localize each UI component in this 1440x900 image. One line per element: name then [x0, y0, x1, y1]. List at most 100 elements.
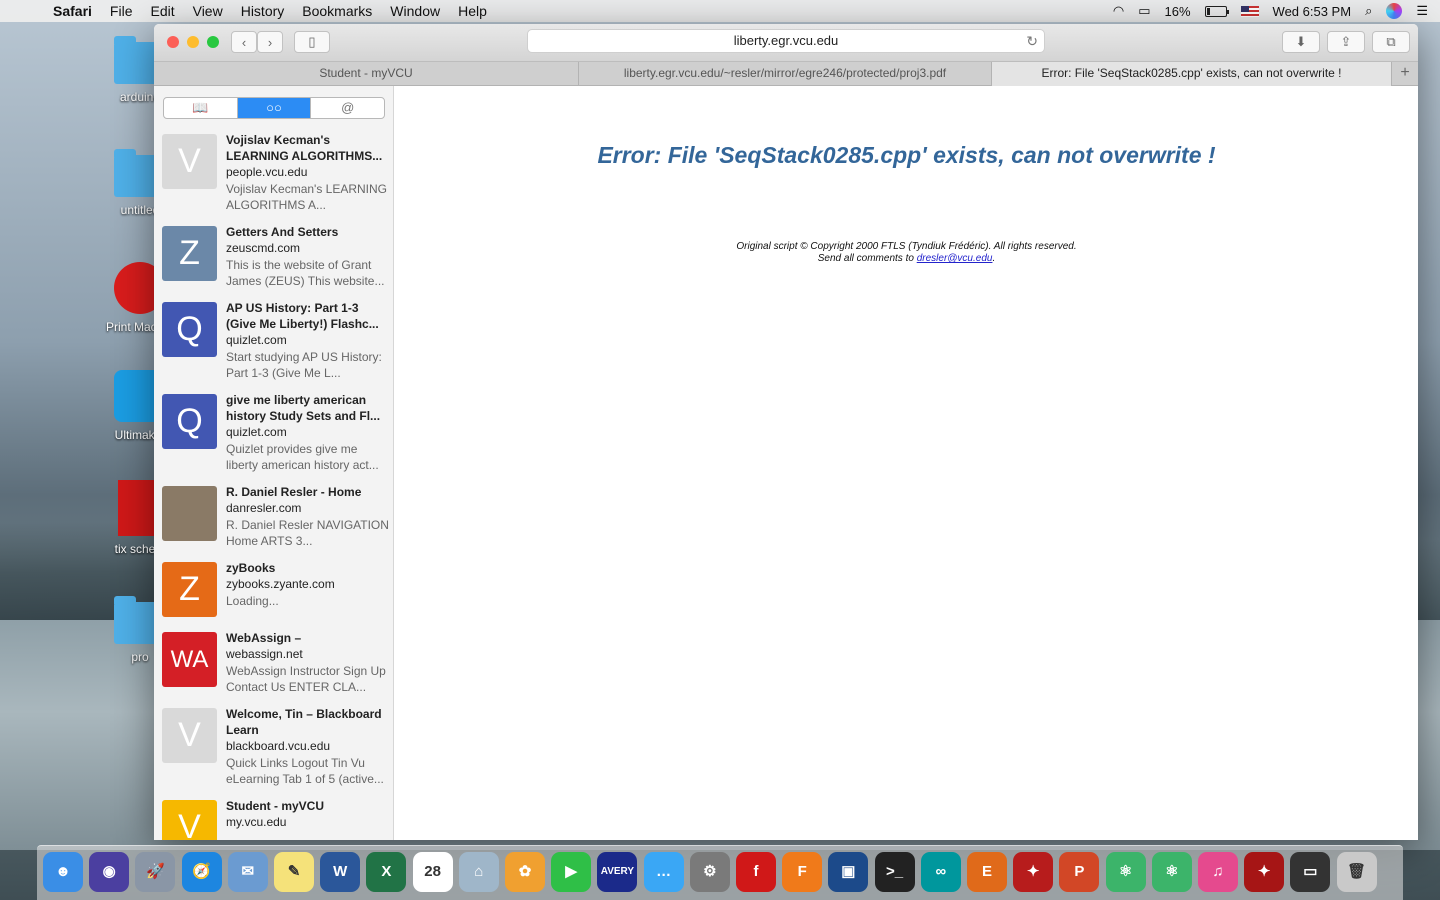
menu-bar: Safari File Edit View History Bookmarks … — [0, 0, 1440, 22]
dock-avery-icon[interactable]: AVERY — [597, 852, 638, 892]
item-snippet: Quizlet provides give me liberty america… — [226, 442, 379, 472]
site-thumbnail-icon: V — [162, 800, 217, 840]
reading-list-item[interactable]: R. Daniel Resler - Home danresler.com R. D… — [154, 484, 393, 549]
siri-icon[interactable] — [1386, 3, 1403, 19]
dock-itunes-icon[interactable]: ♫ — [1198, 852, 1238, 892]
dock-photos-icon[interactable]: ✿ — [505, 852, 545, 892]
dock-excel-icon[interactable]: X — [366, 852, 407, 892]
dock-fritzing-icon[interactable]: f — [736, 852, 776, 892]
dock-acrobat-icon[interactable]: ✦ — [1013, 852, 1054, 892]
dock-siri-icon[interactable]: ◉ — [89, 852, 130, 892]
sidebar-toggle-button[interactable]: ▯ — [294, 31, 330, 53]
dock-acrobat-reader-icon[interactable]: ✦ — [1244, 852, 1285, 892]
menu-app-safari[interactable]: Safari — [44, 3, 101, 19]
tab-error-page[interactable]: Error: File 'SeqStack0285.cpp' exists, c… — [992, 62, 1392, 86]
reading-list-item[interactable]: V Welcome, Tin – Blackboard Learn blackboa… — [154, 706, 393, 787]
dock-finder-icon[interactable]: ☻ — [43, 852, 83, 892]
site-thumbnail-icon: Z — [162, 226, 217, 281]
reading-list-tab[interactable]: ○○ — [237, 98, 312, 118]
reading-list-item[interactable]: V Vojislav Kecman's LEARNING ALGORITHMS..… — [154, 132, 393, 213]
dock-trash-icon[interactable]: 🗑 — [1336, 852, 1377, 892]
menu-bookmarks[interactable]: Bookmarks — [293, 3, 381, 19]
item-snippet: R. Daniel Resler NAVIGATION Home ARTS 3.… — [226, 518, 389, 548]
item-snippet: Vojislav Kecman's LEARNING ALGORITHMS A.… — [226, 182, 388, 212]
page-content: Error: File 'SeqStack0285.cpp' exists, c… — [395, 86, 1418, 840]
downloads-button[interactable]: ⬇ — [1282, 31, 1320, 53]
menu-history[interactable]: History — [232, 3, 294, 19]
tab-proj3-pdf[interactable]: liberty.egr.vcu.edu/~resler/mirror/egre2… — [579, 62, 992, 86]
forward-button[interactable]: › — [257, 31, 283, 53]
reading-list-item[interactable]: ZzyBooks zybooks.zyante.com Loading... — [154, 560, 393, 617]
menu-file[interactable]: File — [101, 3, 142, 19]
dock-messages-icon[interactable]: … — [643, 852, 684, 892]
menu-edit[interactable]: Edit — [141, 3, 183, 19]
dock-launchpad-icon[interactable]: 🚀 — [135, 852, 176, 892]
new-tab-button[interactable]: + — [1392, 62, 1418, 85]
site-thumbnail-icon: Q — [162, 302, 217, 357]
reading-list-item[interactable]: Qgive me liberty american history Study … — [154, 392, 393, 473]
zoom-window-button[interactable] — [207, 36, 219, 48]
email-link[interactable]: dresler@vcu.edu — [917, 253, 993, 264]
dock-system-preferences-icon[interactable]: ⚙ — [689, 852, 730, 892]
safari-window: ‹ › ▯ liberty.egr.vcu.edu ↻ ⬇ ⇪ ⧉ Studen… — [154, 24, 1418, 840]
shared-links-tab[interactable]: @ — [311, 98, 384, 118]
dock-vectorworks-icon[interactable]: ▣ — [828, 852, 869, 892]
comments-prefix: Send all comments to — [817, 253, 914, 264]
menu-window[interactable]: Window — [381, 3, 449, 19]
dock-facetime-icon[interactable]: ▶ — [551, 852, 592, 892]
notification-center-icon[interactable]: ☰ — [1416, 3, 1428, 19]
dock-word-icon[interactable]: W — [320, 852, 361, 892]
minimize-window-button[interactable] — [187, 36, 199, 48]
sidebar: 📖 ○○ @ V Vojislav Kecman's LEARNING ALGOR… — [154, 86, 394, 840]
tab-student-myvcu[interactable]: Student - myVCU — [154, 62, 579, 86]
address-bar[interactable]: liberty.egr.vcu.edu ↻ — [527, 29, 1045, 53]
reload-icon[interactable]: ↻ — [1026, 30, 1038, 52]
site-thumbnail-icon: V — [162, 134, 217, 189]
battery-icon[interactable] — [1204, 5, 1229, 17]
reading-list-item[interactable]: V Student - myVCU my.vcu.edu — [154, 798, 393, 840]
dock-eagle-icon[interactable]: E — [967, 852, 1007, 892]
reading-list-item[interactable]: WA WebAssign – webassign.net WebAssign Inst… — [154, 630, 393, 695]
show-all-tabs-button[interactable]: ⧉ — [1372, 31, 1410, 53]
dock-terminal-icon[interactable]: >_ — [874, 852, 915, 892]
site-thumbnail-icon — [162, 486, 217, 541]
dock-preview2-icon[interactable]: ⌂ — [458, 852, 499, 892]
back-button[interactable]: ‹ — [231, 31, 257, 53]
comments-line: Send all comments to dresler@vcu.edu. — [395, 253, 1418, 265]
item-domain: people.vcu.edu — [226, 165, 308, 179]
dock-arduino-icon[interactable]: ∞ — [920, 852, 961, 892]
dock-notes-icon[interactable]: ✎ — [274, 852, 314, 892]
item-title: Welcome, Tin – Blackboard Learn — [226, 707, 382, 737]
item-domain: blackboard.vcu.edu — [226, 739, 331, 753]
dock-safari-icon[interactable]: 🧭 — [181, 852, 222, 892]
close-window-button[interactable] — [167, 36, 179, 48]
reading-list-item[interactable]: Z Getters And Setters zeuscmd.com This is t… — [154, 224, 393, 289]
reading-list-item[interactable]: Q AP US History: Part 1-3 (Give Me Libert… — [154, 300, 393, 381]
menu-view[interactable]: View — [184, 3, 232, 19]
comments-suffix: . — [992, 253, 996, 264]
wifi-icon[interactable]: ◠ — [1113, 3, 1124, 19]
clock[interactable]: Wed 6:53 PM — [1273, 4, 1352, 19]
share-button[interactable]: ⇪ — [1327, 31, 1365, 53]
page-footer: Original script © Copyright 2000 FTLS (T… — [395, 241, 1418, 265]
menu-help[interactable]: Help — [449, 3, 496, 19]
bookmarks-tab[interactable]: 📖 — [164, 98, 238, 118]
spotlight-search-icon[interactable]: ⌕ — [1365, 3, 1372, 19]
dock-atom-icon[interactable]: ⚛ — [1105, 852, 1146, 892]
dock-powerpoint-icon[interactable]: P — [1059, 852, 1100, 892]
chevron-right-icon: › — [267, 34, 273, 50]
input-source-flag-icon[interactable] — [1240, 5, 1259, 17]
item-domain: danresler.com — [226, 501, 302, 515]
site-thumbnail-icon: V — [162, 708, 217, 763]
dock-preview-icon[interactable]: ✉ — [227, 852, 268, 892]
airplay-icon[interactable]: ▭ — [1138, 3, 1150, 19]
dock-screen-icon[interactable]: ▭ — [1290, 852, 1331, 892]
sidebar-segmented-control: 📖 ○○ @ — [163, 97, 385, 119]
dock-fusion-360-icon[interactable]: F — [782, 852, 823, 892]
item-domain: webassign.net — [226, 647, 303, 661]
dock-atom2-icon[interactable]: ⚛ — [1151, 852, 1192, 892]
item-title: Vojislav Kecman's LEARNING ALGORITHMS... — [226, 133, 383, 163]
site-thumbnail-icon: Q — [162, 394, 217, 449]
dock-calendar-icon[interactable]: 28 — [412, 852, 453, 892]
item-snippet: Start studying AP US History: Part 1-3 (… — [226, 350, 382, 380]
